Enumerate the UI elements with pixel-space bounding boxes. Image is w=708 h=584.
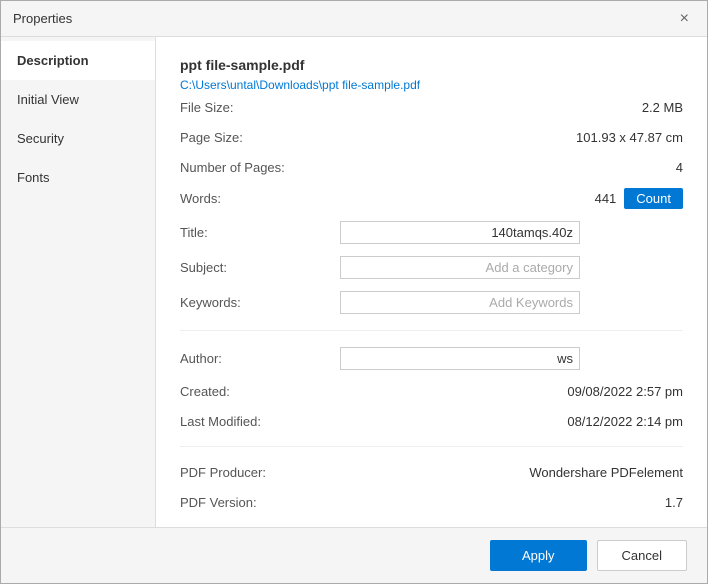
page-size-row: Page Size: 101.93 x 47.87 cm	[180, 122, 683, 152]
divider-2	[180, 446, 683, 447]
page-size-value: 101.93 x 47.87 cm	[340, 130, 683, 145]
content-area: Description Initial View Security Fonts …	[1, 37, 707, 527]
num-pages-label: Number of Pages:	[180, 160, 340, 175]
title-label: Title:	[180, 225, 340, 240]
author-input[interactable]	[340, 347, 580, 370]
keywords-label: Keywords:	[180, 295, 340, 310]
subject-input[interactable]	[340, 256, 580, 279]
title-input[interactable]	[340, 221, 580, 244]
divider-1	[180, 330, 683, 331]
last-modified-value: 08/12/2022 2:14 pm	[340, 414, 683, 429]
words-row: Words: 441 Count	[180, 182, 683, 215]
pdf-version-row: PDF Version: 1.7	[180, 487, 683, 517]
pdf-producer-value: Wondershare PDFelement	[340, 465, 683, 480]
sidebar-item-initial-view[interactable]: Initial View	[1, 80, 155, 119]
words-right: 441 Count	[340, 188, 683, 209]
created-label: Created:	[180, 384, 340, 399]
subject-label: Subject:	[180, 260, 340, 275]
words-value: 441	[595, 191, 617, 206]
description-panel: ppt file-sample.pdf C:\Users\untal\Downl…	[156, 37, 707, 527]
words-label: Words:	[180, 191, 340, 206]
file-path[interactable]: C:\Users\untal\Downloads\ppt file-sample…	[180, 78, 420, 92]
sidebar-item-description[interactable]: Description	[1, 41, 155, 80]
apply-button[interactable]: Apply	[490, 540, 587, 571]
file-size-value: 2.2 MB	[340, 100, 683, 115]
created-row: Created: 09/08/2022 2:57 pm	[180, 376, 683, 406]
num-pages-row: Number of Pages: 4	[180, 152, 683, 182]
author-label: Author:	[180, 351, 340, 366]
title-bar: Properties ×	[1, 1, 707, 37]
window-title: Properties	[13, 11, 72, 26]
sidebar: Description Initial View Security Fonts	[1, 37, 156, 527]
application-row: Application: Wondershare PDFelement	[180, 517, 683, 527]
pdf-producer-row: PDF Producer: Wondershare PDFelement	[180, 457, 683, 487]
num-pages-value: 4	[340, 160, 683, 175]
keywords-row: Keywords:	[180, 285, 683, 320]
pdf-version-value: 1.7	[340, 495, 683, 510]
author-row: Author:	[180, 341, 683, 376]
title-row: Title:	[180, 215, 683, 250]
close-button[interactable]: ×	[674, 9, 695, 29]
page-size-label: Page Size:	[180, 130, 340, 145]
last-modified-row: Last Modified: 08/12/2022 2:14 pm	[180, 406, 683, 436]
file-name: ppt file-sample.pdf	[180, 57, 683, 73]
last-modified-label: Last Modified:	[180, 414, 340, 429]
created-value: 09/08/2022 2:57 pm	[340, 384, 683, 399]
footer: Apply Cancel	[1, 527, 707, 583]
sidebar-item-security[interactable]: Security	[1, 119, 155, 158]
keywords-input[interactable]	[340, 291, 580, 314]
subject-row: Subject:	[180, 250, 683, 285]
sidebar-item-fonts[interactable]: Fonts	[1, 158, 155, 197]
pdf-producer-label: PDF Producer:	[180, 465, 340, 480]
file-size-label: File Size:	[180, 100, 340, 115]
count-button[interactable]: Count	[624, 188, 683, 209]
properties-window: Properties × Description Initial View Se…	[0, 0, 708, 584]
file-size-row: File Size: 2.2 MB	[180, 92, 683, 122]
pdf-version-label: PDF Version:	[180, 495, 340, 510]
cancel-button[interactable]: Cancel	[597, 540, 687, 571]
